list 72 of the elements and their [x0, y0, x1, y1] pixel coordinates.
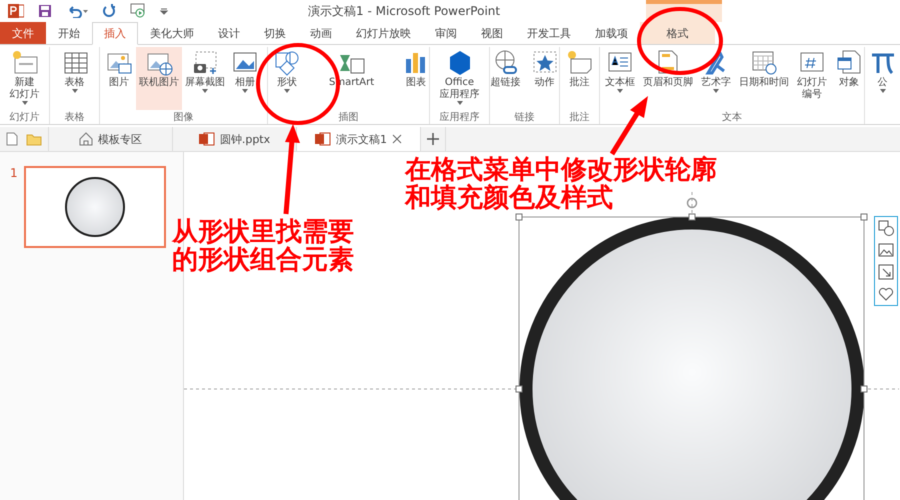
ribbon-button[interactable]: 公 [866, 47, 900, 124]
annotation-text: 在格式菜单中修改形状轮廓 [405, 156, 717, 184]
home-icon [79, 132, 93, 146]
ribbon-tab[interactable]: 美化大师 [138, 22, 206, 44]
customize-caret-icon[interactable] [160, 7, 168, 15]
ribbon-tab[interactable]: 视图 [469, 22, 515, 44]
circle-thumbnail-icon [64, 176, 126, 238]
date-icon [750, 49, 778, 77]
ribbon-button[interactable]: 联机图片 [136, 47, 182, 110]
annotation-arrow [610, 96, 648, 156]
ribbon-button[interactable]: 页眉和页脚 [640, 47, 696, 110]
close-icon[interactable] [392, 134, 402, 144]
resize-icon[interactable] [878, 264, 894, 280]
group-label: 批注 [568, 110, 590, 124]
add-tab-icon[interactable] [427, 133, 439, 145]
document-tab-label: 演示文稿1 [336, 132, 387, 146]
group-label: 文本 [721, 110, 743, 124]
new-file-icon[interactable] [6, 132, 18, 146]
ribbon-tab[interactable]: 加载项 [583, 22, 640, 44]
group-label: 链接 [514, 110, 536, 124]
ribbon-button[interactable]: 日期和时间 [736, 47, 792, 110]
ribbon-tab[interactable]: 开发工具 [515, 22, 583, 44]
ribbon-button[interactable]: 文本框 [602, 47, 638, 110]
ribbon-button[interactable]: 超链接 [488, 47, 524, 110]
ribbon-button[interactable]: 相册 [228, 47, 262, 110]
slide-thumbnail[interactable] [24, 166, 166, 248]
file-tab[interactable]: 文件 [0, 22, 46, 44]
ribbon-button[interactable]: 对象 [832, 47, 866, 110]
ribbon-button[interactable]: 新建 幻灯片 [6, 47, 42, 110]
ribbon-button[interactable]: 屏幕截图 [182, 47, 228, 110]
ribbon-tab[interactable]: 格式 [640, 22, 715, 44]
annotation-text: 和填充颜色及样式 [405, 184, 613, 212]
group-label: 幻灯片 [8, 110, 40, 124]
group-label: 插图 [338, 111, 360, 124]
rotate-handle-icon[interactable] [686, 198, 698, 208]
annotation-text: 的形状组合元素 [172, 246, 354, 274]
ribbon-button[interactable]: Office 应用程序 [436, 47, 482, 110]
slideshow-icon[interactable] [130, 3, 146, 19]
ribbon-button[interactable]: 形状 [270, 47, 304, 110]
presentation-file-icon [315, 132, 331, 146]
ribbon-button[interactable]: 表格 [58, 47, 92, 110]
window-title: 演示文稿1 - Microsoft PowerPoint [308, 2, 500, 20]
screenshot-icon [191, 49, 219, 77]
shapes-icon[interactable] [878, 220, 894, 236]
ribbon-tab[interactable]: 动画 [298, 22, 344, 44]
picture-icon[interactable] [878, 242, 894, 258]
ribbon-tab[interactable]: 幻灯片放映 [344, 22, 423, 44]
ribbon-tab[interactable]: 切换 [252, 22, 298, 44]
ribbon-button[interactable]: 批注 [562, 47, 596, 110]
group-label: 表格 [64, 110, 86, 124]
ribbon-tab[interactable]: 开始 [46, 22, 92, 44]
ribbon-tab[interactable]: 插入 [92, 22, 138, 45]
document-tab-label: 圆钟.pptx [220, 132, 270, 146]
ribbon-button[interactable]: 动作 [528, 47, 562, 110]
annotation-text: 从形状里找需要 [172, 218, 354, 246]
ribbon-button[interactable]: 图表 [399, 47, 434, 110]
ribbon-tab[interactable]: 审阅 [423, 22, 469, 44]
group-label: 图像 [172, 111, 194, 124]
ribbon-tab[interactable]: 设计 [206, 22, 252, 44]
slide-number: 1 [10, 166, 18, 182]
app-logo-icon [8, 3, 24, 19]
ribbon-button[interactable]: 艺术字 [698, 47, 734, 110]
document-tab[interactable]: 演示文稿1 [297, 127, 421, 151]
heart-icon[interactable] [878, 286, 894, 302]
save-icon[interactable] [38, 4, 52, 18]
presentation-file-icon [198, 132, 215, 146]
document-tab-label: 模板专区 [98, 132, 142, 146]
redo-icon[interactable] [102, 4, 116, 18]
group-label: 应用程序 [438, 110, 480, 124]
ribbon-button[interactable]: 幻灯片 编号 [794, 47, 830, 110]
shapes-icon [273, 49, 301, 77]
ribbon-button[interactable]: 图片 [102, 47, 136, 110]
